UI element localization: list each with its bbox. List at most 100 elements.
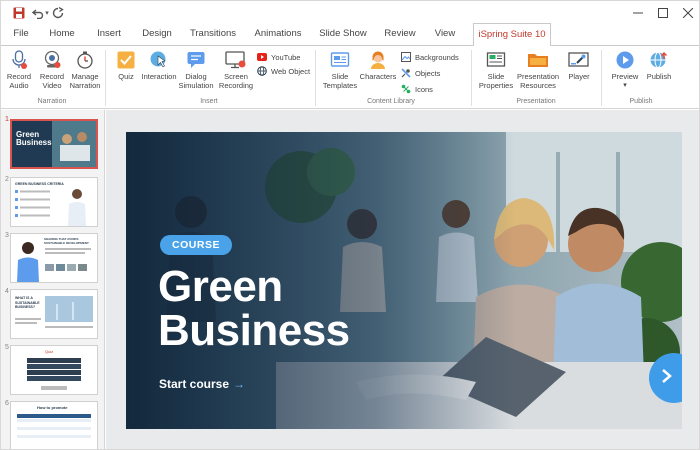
application-window: ▾ File Home Insert Design Transitions An… xyxy=(0,0,700,450)
globe-icon xyxy=(257,66,267,76)
slide-number: 3 xyxy=(5,232,9,239)
slide-properties-icon xyxy=(485,50,507,70)
start-course-link[interactable]: Start course → xyxy=(159,377,245,391)
publish-button[interactable]: Publish xyxy=(643,50,675,81)
slide-preview-image xyxy=(15,189,86,226)
preview-button[interactable]: Preview ▾ xyxy=(607,50,643,90)
slide-template-icon xyxy=(329,50,351,70)
ribbon-separator xyxy=(601,50,602,106)
chevron-right-icon xyxy=(661,368,673,389)
interaction-button[interactable]: Interaction xyxy=(141,50,177,81)
backgrounds-icon xyxy=(401,52,411,62)
screen-recording-button[interactable]: Screen Recording xyxy=(217,50,255,90)
tab-view[interactable]: View xyxy=(431,25,459,43)
youtube-icon xyxy=(257,52,267,62)
web-object-label: Web Object xyxy=(271,66,311,76)
dialog-simulation-label: Dialog Simulation xyxy=(178,72,214,90)
screen-recording-label: Screen Recording xyxy=(218,72,254,90)
web-object-button[interactable]: Web Object xyxy=(257,66,310,76)
current-slide[interactable]: COURSE Green Business Start course → xyxy=(126,132,682,429)
play-icon xyxy=(614,50,636,70)
redo-icon[interactable] xyxy=(51,4,65,22)
presentation-resources-button[interactable]: Presentation Resources xyxy=(515,50,561,90)
record-audio-label: Record Audio xyxy=(6,72,32,90)
youtube-button[interactable]: YouTube xyxy=(257,52,300,62)
quiz-label: Quiz xyxy=(118,72,134,81)
tab-slide-show[interactable]: Slide Show xyxy=(317,25,369,43)
group-label-publish: Publish xyxy=(629,98,653,105)
tab-animations[interactable]: Animations xyxy=(253,25,303,43)
characters-label: Characters xyxy=(359,72,397,81)
preview-dropdown-icon[interactable]: ▾ xyxy=(607,81,643,90)
record-video-label: Record Video xyxy=(39,72,65,90)
player-icon xyxy=(568,50,590,70)
record-audio-button[interactable]: Record Audio xyxy=(3,50,35,90)
slide-number: 2 xyxy=(5,176,9,183)
manage-narration-label: Manage Narration xyxy=(69,72,101,90)
publish-globe-icon xyxy=(648,50,670,70)
thumbnail-title: Green Business xyxy=(16,130,52,147)
tab-file[interactable]: File xyxy=(9,25,33,43)
icons-button[interactable]: Icons xyxy=(401,84,433,94)
slide-templates-label: Slide Templates xyxy=(322,72,358,90)
objects-label: Objects xyxy=(415,68,441,78)
tab-review[interactable]: Review xyxy=(382,25,418,43)
objects-button[interactable]: Objects xyxy=(401,68,440,78)
ribbon-separator xyxy=(105,50,106,106)
webcam-icon xyxy=(41,50,63,70)
start-course-label: Start course xyxy=(159,377,230,391)
slide-thumbnail[interactable]: WHAT IS A SUSTAINABLE BUSINESS? xyxy=(10,289,98,339)
undo-dropdown-icon[interactable]: ▾ xyxy=(43,4,51,22)
interaction-label: Interaction xyxy=(141,72,177,81)
close-icon[interactable] xyxy=(671,1,699,25)
manage-narration-button[interactable]: Manage Narration xyxy=(69,50,101,90)
slide-thumbnail[interactable]: SHARING THAT AVOIDS SUSTAINABLE DEVELOPM… xyxy=(10,233,98,283)
preview-label: Preview xyxy=(611,72,639,81)
slide-number: 6 xyxy=(5,400,9,407)
slide-thumbnail-panel[interactable]: 1 Green Business 2 GREEN BUSINESS CRITER… xyxy=(1,110,105,449)
thumbnail-title: SHARING THAT AVOIDS SUSTAINABLE DEVELOPM… xyxy=(44,237,89,245)
slide-templates-button[interactable]: Slide Templates xyxy=(321,50,359,90)
backgrounds-label: Backgrounds xyxy=(415,52,459,62)
tab-design[interactable]: Design xyxy=(139,25,175,43)
slide-properties-label: Slide Properties xyxy=(478,72,514,90)
slide-title-line: Green xyxy=(158,262,283,311)
tab-transitions[interactable]: Transitions xyxy=(189,25,237,43)
save-icon[interactable] xyxy=(11,4,27,22)
arrow-right-icon: → xyxy=(233,377,246,391)
slide-number: 5 xyxy=(5,344,9,351)
presentation-resources-label: Presentation Resources xyxy=(516,72,560,90)
player-button[interactable]: Player xyxy=(563,50,595,81)
record-video-button[interactable]: Record Video xyxy=(36,50,68,90)
slide-thumbnail[interactable]: Green Business xyxy=(10,119,98,169)
slide-thumbnail[interactable]: Quiz xyxy=(10,345,98,395)
slide-preview-image xyxy=(27,358,81,390)
group-label-insert: Insert xyxy=(200,98,218,105)
slide-editor-area[interactable]: COURSE Green Business Start course → xyxy=(106,110,699,449)
quiz-button[interactable]: Quiz xyxy=(111,50,141,81)
stopwatch-icon xyxy=(74,50,96,70)
backgrounds-button[interactable]: Backgrounds xyxy=(401,52,459,62)
ribbon-separator xyxy=(315,50,316,106)
chat-bubble-icon xyxy=(185,50,207,70)
tab-home[interactable]: Home xyxy=(46,25,78,43)
publish-label: Publish xyxy=(646,72,672,81)
microphone-icon xyxy=(8,50,30,70)
characters-button[interactable]: Characters xyxy=(359,50,397,81)
youtube-label: YouTube xyxy=(271,52,301,62)
dialog-simulation-button[interactable]: Dialog Simulation xyxy=(178,50,214,90)
tab-ispring-suite[interactable]: iSpring Suite 10 xyxy=(473,23,551,46)
slide-properties-button[interactable]: Slide Properties xyxy=(477,50,515,90)
tab-insert[interactable]: Insert xyxy=(93,25,125,43)
ribbon-separator xyxy=(471,50,472,106)
slide-preview-image xyxy=(17,414,91,438)
slide-number: 1 xyxy=(5,116,9,123)
player-label: Player xyxy=(568,72,590,81)
slide-thumbnail[interactable]: How to promote xyxy=(10,401,98,449)
interaction-icon xyxy=(148,50,170,70)
ribbon-tabs: File Home Insert Design Transitions Anim… xyxy=(1,23,699,46)
slide-title-line: Business xyxy=(158,306,350,355)
character-icon xyxy=(367,50,389,70)
slide-thumbnail[interactable]: GREEN BUSINESS CRITERIA xyxy=(10,177,98,227)
group-label-content-library: Content Library xyxy=(367,98,415,105)
